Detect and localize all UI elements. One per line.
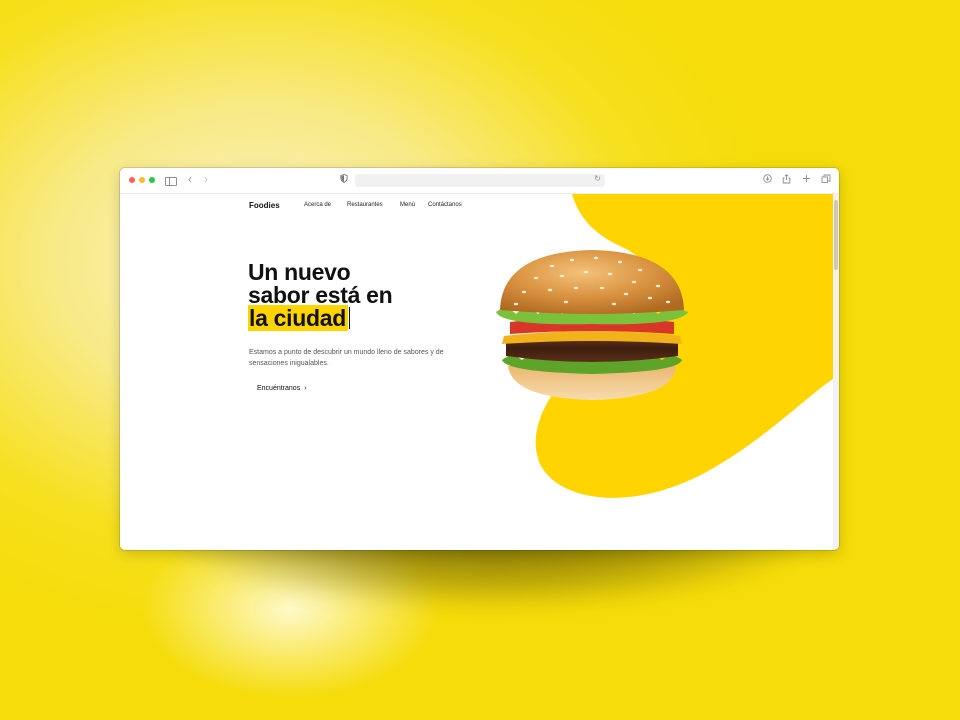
- forward-button[interactable]: ›: [204, 173, 208, 185]
- cta-label: Encuéntranos: [257, 385, 301, 392]
- back-button[interactable]: ‹: [188, 173, 192, 185]
- browser-toolbar: ‹ › ↻: [120, 168, 839, 194]
- close-window-button[interactable]: [129, 177, 135, 183]
- cta-button[interactable]: Encuéntranos ›: [257, 385, 307, 392]
- nav-link-about[interactable]: Acerca de: [304, 202, 331, 208]
- address-bar[interactable]: ↻: [355, 174, 605, 187]
- scrollbar[interactable]: [833, 194, 839, 550]
- nav-link-contact[interactable]: Contáctanos: [428, 202, 462, 208]
- sidebar-toggle-icon[interactable]: [165, 177, 177, 186]
- hero-headline: Un nuevo sabor está en la ciudad: [248, 259, 393, 331]
- nav-link-menu[interactable]: Menú: [400, 202, 415, 208]
- nav-link-restaurants[interactable]: Restaurantes: [347, 202, 383, 208]
- scrollbar-thumb[interactable]: [834, 200, 838, 270]
- hero-description: Estamos a punto de descubrir un mundo ll…: [249, 349, 444, 367]
- chevron-right-icon: ›: [304, 385, 307, 392]
- text-cursor: [349, 307, 350, 329]
- reload-icon[interactable]: ↻: [594, 174, 601, 183]
- brand-logo[interactable]: Foodies: [249, 201, 280, 210]
- minimize-window-button[interactable]: [139, 177, 145, 183]
- zoom-window-button[interactable]: [149, 177, 155, 183]
- privacy-shield-icon[interactable]: [340, 174, 348, 185]
- web-page: Foodies Acerca de Restaurantes Menú Cont…: [120, 194, 833, 550]
- new-tab-icon[interactable]: [802, 174, 811, 186]
- headline-line-2: sabor está en: [248, 282, 393, 308]
- hamburger-photo: [496, 250, 688, 400]
- download-icon[interactable]: [763, 174, 772, 186]
- headline-line-1: Un nuevo: [248, 259, 351, 285]
- yellow-blob-shape: [535, 194, 833, 498]
- browser-window: ‹ › ↻ Foodies Acerca de Restaurantes Men…: [120, 168, 839, 550]
- tab-overview-icon[interactable]: [821, 174, 831, 187]
- headline-highlight: la ciudad: [248, 305, 348, 331]
- share-icon[interactable]: [782, 174, 791, 187]
